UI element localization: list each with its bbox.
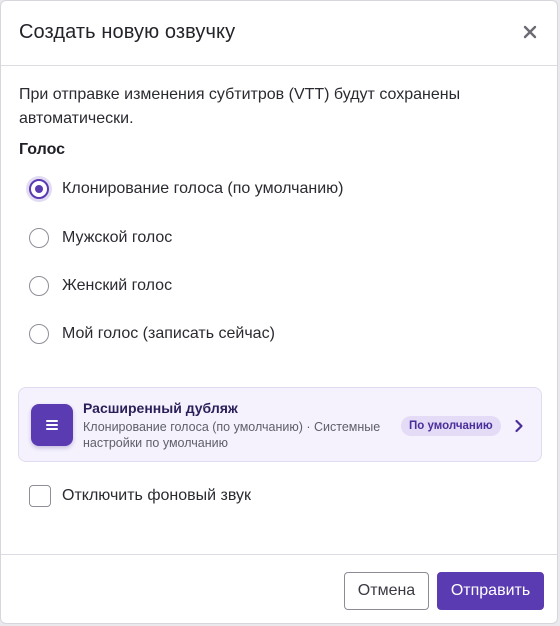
radio-button-checked[interactable] xyxy=(29,179,49,199)
close-button[interactable] xyxy=(517,19,543,45)
dialog-header: Создать новую озвучку xyxy=(1,1,557,66)
voice-section-label: Голос xyxy=(19,141,66,158)
voice-option-clone[interactable]: Клонирование голоса (по умолчанию) xyxy=(29,179,343,199)
create-dub-dialog: Создать новую озвучку При отправке измен… xyxy=(0,0,558,624)
radio-button[interactable] xyxy=(29,276,49,296)
voice-option-male[interactable]: Мужской голос xyxy=(29,228,172,248)
advanced-dub-title: Расширенный дубляж xyxy=(83,400,238,416)
dialog-title: Создать новую озвучку xyxy=(19,21,236,43)
checkbox-label: Отключить фоновый звук xyxy=(62,487,251,504)
dialog-body: При отправке изменения субтитров (VTT) б… xyxy=(1,65,557,554)
cancel-button[interactable]: Отмена xyxy=(344,572,429,610)
voice-option-my-voice[interactable]: Мой голос (записать сейчас) xyxy=(29,324,275,344)
dialog-footer: Отмена Отправить xyxy=(1,554,557,623)
advanced-dub-card[interactable]: Расширенный дубляж Клонирование голоса (… xyxy=(18,387,542,462)
voice-option-label: Мужской голос xyxy=(62,229,173,246)
voice-option-label: Клонирование голоса (по умолчанию) xyxy=(62,180,344,197)
submit-button[interactable]: Отправить xyxy=(437,572,544,610)
disable-background-sound[interactable]: Отключить фоновый звук xyxy=(29,485,251,507)
advanced-dub-description: Клонирование голоса (по умолчанию) · Сис… xyxy=(83,420,381,450)
checkbox[interactable] xyxy=(29,485,51,507)
info-text: При отправке изменения субтитров (VTT) б… xyxy=(19,86,461,127)
chevron-right-icon xyxy=(515,419,523,433)
list-icon xyxy=(31,404,73,446)
close-icon xyxy=(523,25,537,39)
radio-button[interactable] xyxy=(29,228,49,248)
radio-button[interactable] xyxy=(29,324,49,344)
default-badge: По умолчанию xyxy=(401,416,501,436)
voice-option-female[interactable]: Женский голос xyxy=(29,276,172,296)
voice-option-label: Женский голос xyxy=(62,277,173,294)
voice-option-label: Мой голос (записать сейчас) xyxy=(62,325,275,342)
